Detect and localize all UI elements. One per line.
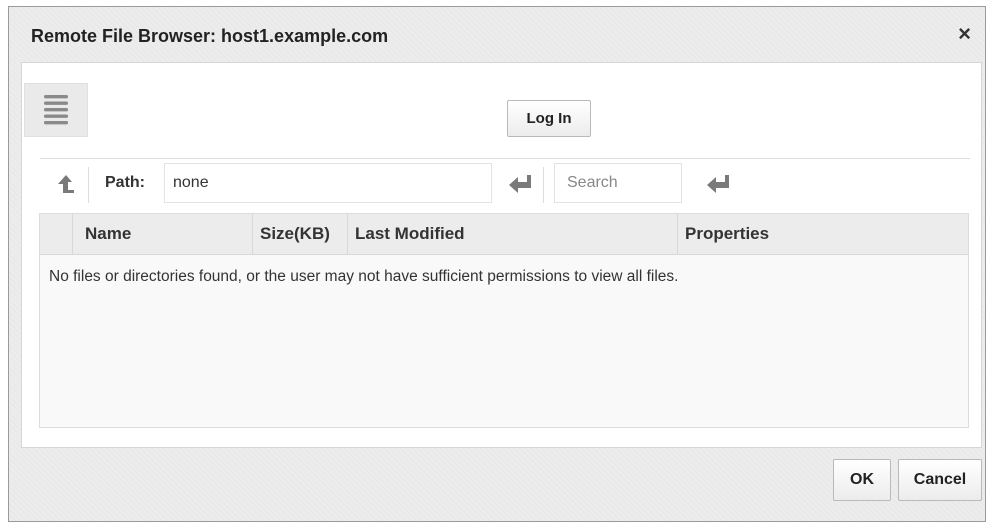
- column-header-last-modified[interactable]: Last Modified: [347, 214, 677, 254]
- search-input[interactable]: [554, 163, 682, 203]
- search-enter-icon[interactable]: [706, 174, 730, 194]
- empty-table-message: No files or directories found, or the us…: [49, 268, 679, 285]
- dialog-titlebar: Remote File Browser: host1.example.com ×: [9, 7, 985, 62]
- close-icon[interactable]: ×: [958, 23, 971, 45]
- path-toolbar: Path:: [40, 158, 970, 211]
- menu-button[interactable]: [24, 83, 88, 137]
- hamburger-menu-icon: [44, 95, 68, 125]
- toolbar-separator: [543, 167, 544, 203]
- path-input[interactable]: [164, 163, 492, 203]
- up-arrow-icon[interactable]: [56, 173, 76, 195]
- table-header: Name Size(KB) Last Modified Properties: [40, 214, 968, 255]
- dialog-title: Remote File Browser: host1.example.com: [31, 26, 389, 46]
- file-table: Name Size(KB) Last Modified Properties N…: [39, 213, 969, 428]
- cancel-button[interactable]: Cancel: [898, 459, 982, 501]
- column-header-properties[interactable]: Properties: [677, 214, 968, 254]
- log-in-button[interactable]: Log In: [507, 100, 591, 137]
- path-enter-icon[interactable]: [508, 174, 532, 194]
- path-label: Path:: [105, 174, 145, 191]
- toolbar-separator: [88, 167, 89, 203]
- column-header-name[interactable]: Name: [72, 214, 252, 254]
- table-header-select: [40, 214, 72, 254]
- column-header-size[interactable]: Size(KB): [252, 214, 347, 254]
- ok-button[interactable]: OK: [833, 459, 891, 501]
- remote-file-browser-dialog: Remote File Browser: host1.example.com ×…: [8, 6, 986, 522]
- file-browser-panel: Log In Path: Name Size(KB) Last: [21, 62, 982, 448]
